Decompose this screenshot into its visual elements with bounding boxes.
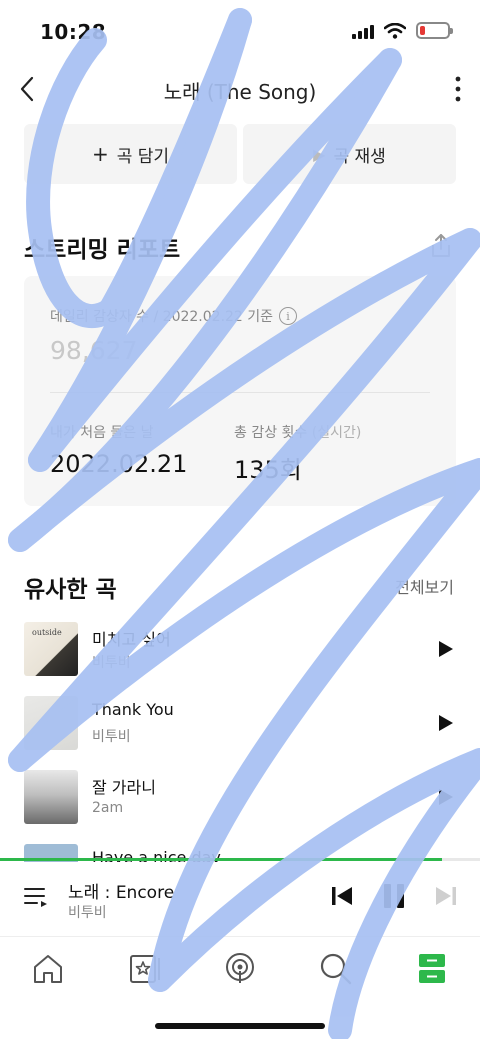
total-plays-value: 135회: [234, 456, 302, 484]
previous-icon[interactable]: [330, 884, 354, 908]
search-icon[interactable]: [316, 949, 356, 989]
first-listen-value: 2022.02.21: [50, 450, 188, 478]
streaming-report-card: 데일리 감상자 수 / 2022.02.22 기준 i 98,627 내가 처음…: [24, 276, 456, 506]
battery-icon: [416, 22, 453, 39]
list-item[interactable]: 잘 가라니 2am: [24, 768, 456, 842]
daily-listeners-label: 데일리 감상자 수 / 2022.02.22 기준 i: [50, 306, 298, 326]
play-icon[interactable]: [438, 714, 454, 732]
status-time: 10:28: [40, 20, 107, 44]
library-icon[interactable]: [126, 949, 166, 989]
page-title: 노래 (The Song): [163, 80, 317, 104]
queue-icon[interactable]: [24, 886, 50, 908]
playback-progress-fill: [0, 858, 442, 861]
bottom-tab-bar: [0, 936, 480, 1006]
info-icon[interactable]: i: [279, 307, 298, 325]
action-row: + 곡 담기 ▶ 곡 재생: [24, 124, 456, 184]
song-title: Thank You: [92, 700, 174, 719]
daily-listeners-value: 98,627: [50, 336, 138, 365]
wifi-icon: [384, 22, 406, 39]
now-playing-title: 노래 : Encore: [68, 883, 175, 903]
now-playing-artist: 비투비: [68, 905, 107, 921]
signal-icon: [352, 23, 374, 39]
add-song-button[interactable]: + 곡 담기: [24, 124, 237, 184]
album-cover: [24, 696, 78, 750]
song-title: 미치고 싶어: [92, 630, 171, 649]
mini-player[interactable]: 노래 : Encore 비투비: [0, 862, 480, 934]
pause-icon[interactable]: [382, 882, 406, 910]
first-listen-label: 내가 처음 들은 날: [50, 425, 154, 441]
song-artist: 비투비: [92, 729, 131, 745]
song-artist: 비투비: [92, 655, 131, 671]
play-icon[interactable]: [438, 640, 454, 658]
album-cover: outside: [24, 622, 78, 676]
album-cover: [24, 770, 78, 824]
list-item[interactable]: outside 미치고 싶어 비투비: [24, 620, 456, 694]
home-indicator: [155, 1023, 325, 1029]
play-icon[interactable]: [438, 788, 454, 806]
card-divider: [50, 392, 430, 393]
share-icon[interactable]: [428, 232, 454, 260]
play-icon: ▶: [313, 144, 326, 164]
play-song-button[interactable]: ▶ 곡 재생: [243, 124, 456, 184]
similar-songs-title: 유사한 곡: [24, 577, 117, 603]
playback-progress[interactable]: [0, 858, 480, 861]
status-icons: [352, 22, 453, 39]
next-icon[interactable]: [434, 884, 458, 908]
list-item[interactable]: Thank You 비투비: [24, 694, 456, 768]
song-title: 잘 가라니: [92, 778, 156, 797]
total-plays-label: 총 감상 횟수 (실시간): [234, 425, 362, 441]
plus-icon: +: [91, 142, 109, 166]
streaming-report-title: 스트리밍 리포트: [24, 237, 181, 263]
status-bar: 10:28: [0, 0, 480, 60]
view-all-link[interactable]: 전체보기: [395, 574, 454, 598]
player-icon[interactable]: [412, 949, 452, 989]
song-artist: 2am: [92, 800, 124, 816]
more-vertical-icon[interactable]: [452, 74, 464, 104]
top-nav: 노래 (The Song): [0, 62, 480, 116]
play-song-label: 곡 재생: [333, 146, 386, 167]
podcast-icon[interactable]: [220, 949, 260, 989]
add-song-label: 곡 담기: [116, 146, 170, 167]
home-icon[interactable]: [28, 949, 68, 989]
